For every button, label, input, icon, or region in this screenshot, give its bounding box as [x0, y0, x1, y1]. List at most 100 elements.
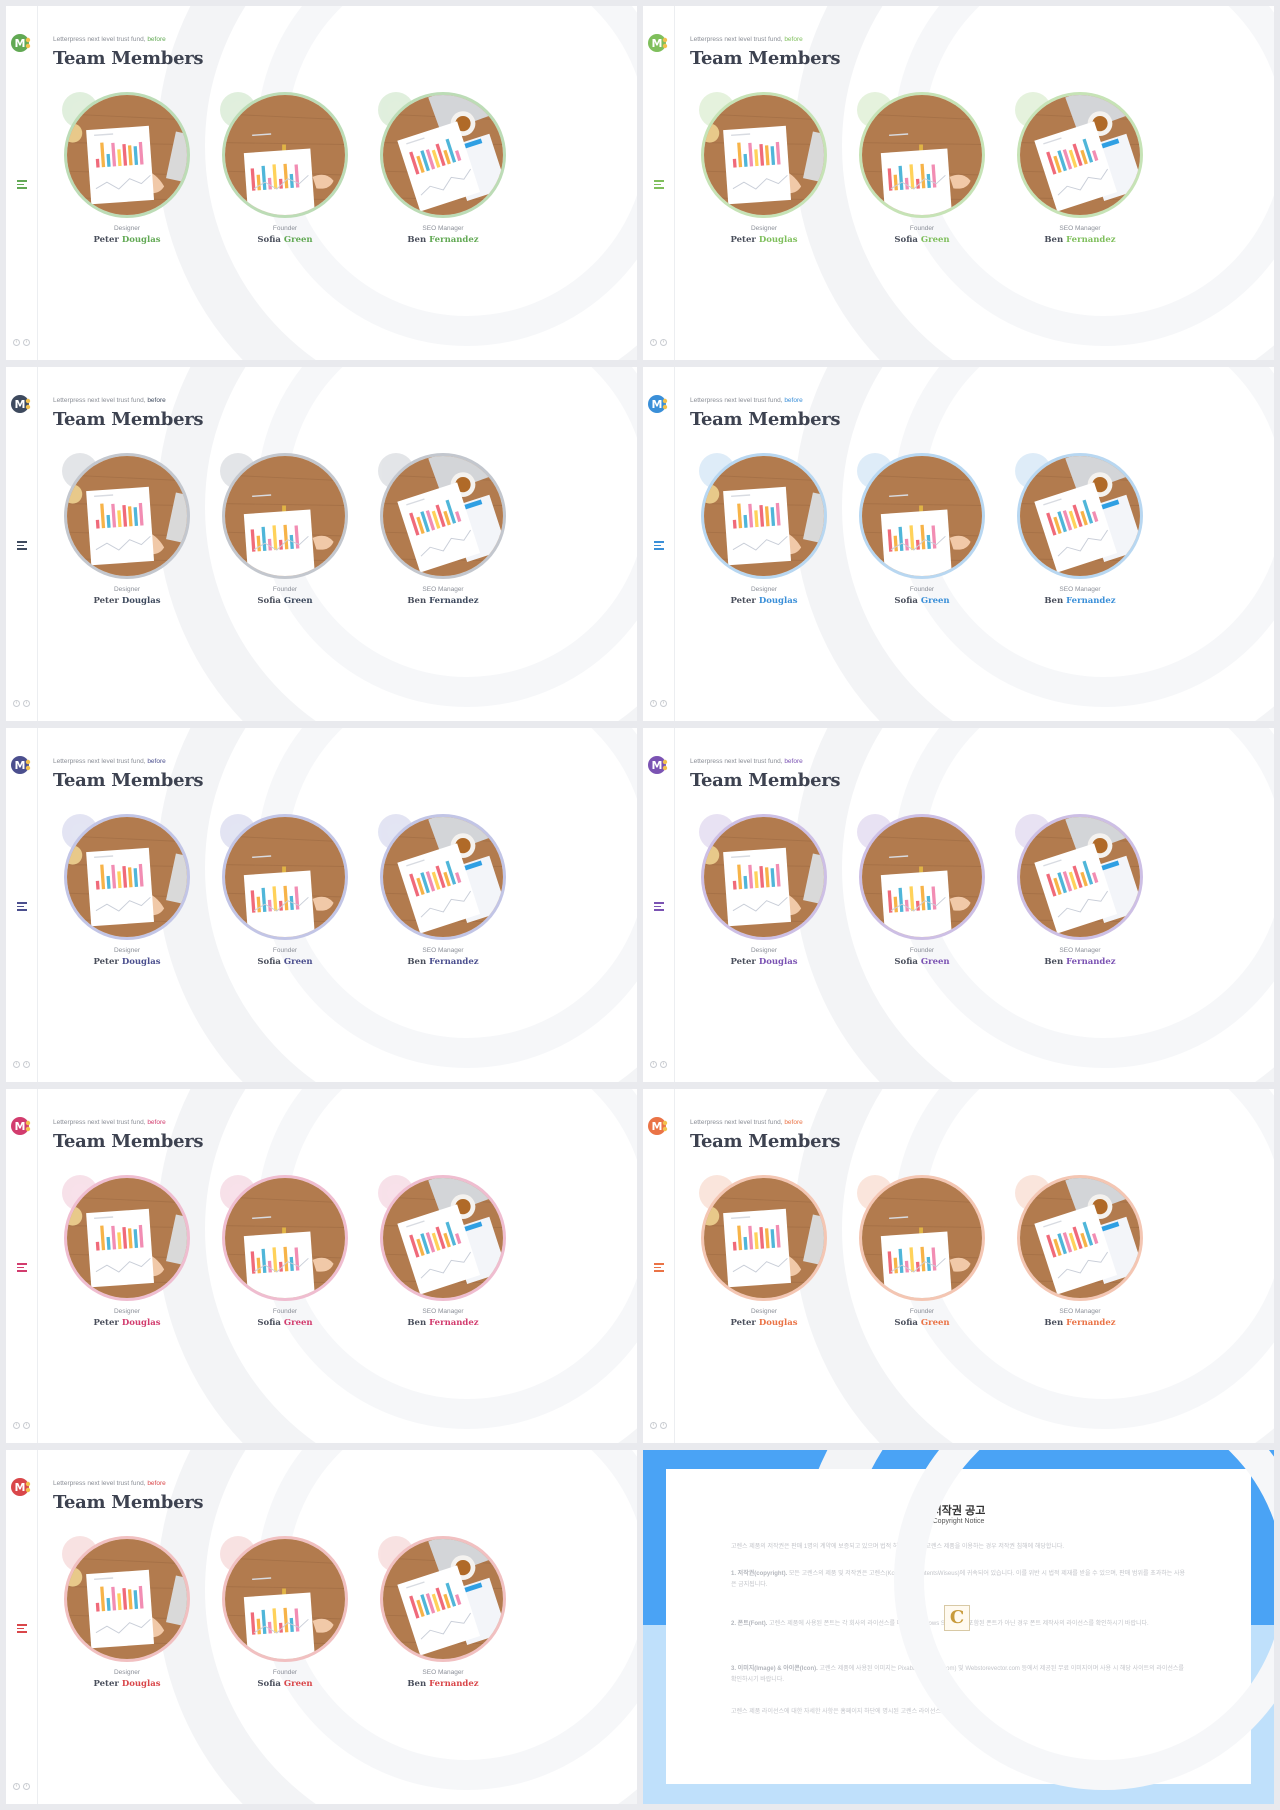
member-last-name: Douglas — [121, 1318, 161, 1328]
team-member-card[interactable]: Designer Peter Douglas — [44, 92, 204, 245]
member-name: Peter Douglas — [681, 596, 847, 606]
slide-title: Team Members — [690, 409, 841, 430]
team-member-card[interactable]: Founder Sofia Green — [202, 92, 362, 245]
copyright-logo: C — [944, 1605, 970, 1631]
slide-title: Team Members — [690, 48, 841, 69]
member-first-name: Peter — [730, 235, 756, 245]
member-name: Peter Douglas — [44, 957, 210, 967]
desk-photo-image — [1020, 95, 1140, 215]
team-member-card[interactable]: Designer Peter Douglas — [44, 1536, 204, 1689]
member-photo-wrap — [681, 92, 841, 222]
team-slide[interactable]: M ‹ › Letterpress next level trust fund, … — [643, 728, 1274, 1082]
member-first-name: Ben — [1044, 596, 1064, 606]
member-role: SEO Manager — [1059, 586, 1101, 593]
member-photo — [64, 814, 190, 940]
member-role: Designer — [750, 1308, 777, 1315]
team-member-card[interactable]: SEO Manager Ben Fernandez — [360, 1175, 520, 1328]
team-member-card[interactable]: Founder Sofia Green — [839, 1175, 999, 1328]
team-member-card[interactable]: Founder Sofia Green — [839, 92, 999, 245]
member-first-name: Sofia — [894, 1318, 918, 1328]
desk-photo-image — [67, 1178, 187, 1298]
slide-subtitle: Letterpress next level trust fund, befor… — [53, 397, 166, 404]
slide-content: Letterpress next level trust fund, befor… — [6, 1450, 637, 1804]
subtitle-accent-text: before — [784, 1119, 803, 1126]
slide-subtitle: Letterpress next level trust fund, befor… — [53, 1119, 166, 1126]
member-photo — [1017, 92, 1143, 218]
team-member-card[interactable]: Founder Sofia Green — [202, 453, 362, 606]
team-member-card[interactable]: SEO Manager Ben Fernandez — [997, 453, 1157, 606]
team-member-card[interactable]: SEO Manager Ben Fernandez — [360, 814, 520, 967]
slide-title: Team Members — [690, 1131, 841, 1152]
team-member-card[interactable]: Designer Peter Douglas — [681, 1175, 841, 1328]
team-member-card[interactable]: SEO Manager Ben Fernandez — [997, 814, 1157, 967]
slide-content: Letterpress next level trust fund, befor… — [6, 1089, 637, 1443]
member-photo-wrap — [997, 814, 1157, 944]
team-member-card[interactable]: Designer Peter Douglas — [44, 814, 204, 967]
member-role: Designer — [113, 1669, 140, 1676]
member-first-name: Ben — [407, 1318, 427, 1328]
slide-title: Team Members — [53, 409, 204, 430]
team-member-card[interactable]: Founder Sofia Green — [202, 1536, 362, 1689]
team-slide[interactable]: M ‹ › Letterpress next level trust fund, … — [6, 728, 637, 1082]
copyright-paragraph-heading: 2. 폰트(Font). — [731, 1621, 768, 1627]
subtitle-text: Letterpress next level trust fund, — [690, 758, 783, 765]
member-last-name: Douglas — [758, 1318, 798, 1328]
member-first-name: Ben — [407, 235, 427, 245]
team-slide[interactable]: M ‹ › Letterpress next level trust fund, … — [6, 6, 637, 360]
member-role: Designer — [113, 947, 140, 954]
desk-photo-image — [704, 95, 824, 215]
team-slide[interactable]: M ‹ › Letterpress next level trust fund, … — [6, 1089, 637, 1443]
team-member-card[interactable]: Founder Sofia Green — [839, 814, 999, 967]
member-last-name: Fernandez — [429, 235, 479, 245]
team-slide[interactable]: M ‹ › Letterpress next level trust fund, … — [643, 1089, 1274, 1443]
member-photo-wrap — [997, 453, 1157, 583]
team-member-card[interactable]: SEO Manager Ben Fernandez — [997, 1175, 1157, 1328]
team-slide[interactable]: M ‹ › Letterpress next level trust fund, … — [6, 1450, 637, 1804]
member-last-name: Douglas — [121, 1679, 161, 1689]
member-first-name: Ben — [1044, 1318, 1064, 1328]
desk-photo-image — [225, 1539, 345, 1659]
slide-content: Letterpress next level trust fund, befor… — [6, 367, 637, 721]
desk-photo-image — [704, 817, 824, 937]
team-member-card[interactable]: SEO Manager Ben Fernandez — [997, 92, 1157, 245]
member-role: Founder — [272, 1308, 298, 1315]
member-first-name: Ben — [1044, 235, 1064, 245]
team-member-card[interactable]: Founder Sofia Green — [202, 1175, 362, 1328]
team-member-card[interactable]: SEO Manager Ben Fernandez — [360, 453, 520, 606]
member-first-name: Ben — [407, 596, 427, 606]
member-photo — [380, 814, 506, 940]
member-last-name: Douglas — [758, 596, 798, 606]
member-role: Founder — [909, 1308, 935, 1315]
team-member-card[interactable]: Designer Peter Douglas — [681, 814, 841, 967]
team-slide[interactable]: M ‹ › Letterpress next level trust fund, … — [643, 367, 1274, 721]
team-member-card[interactable]: Designer Peter Douglas — [44, 1175, 204, 1328]
copyright-paragraph: 고렌스 제품 라이선스에 대한 자세한 사항은 홈페이지 하단에 명시된 고렌스… — [731, 1709, 978, 1715]
desk-photo-image — [225, 817, 345, 937]
desk-photo-image — [704, 456, 824, 576]
team-member-card[interactable]: Founder Sofia Green — [202, 814, 362, 967]
team-member-card[interactable]: Designer Peter Douglas — [44, 453, 204, 606]
member-last-name: Fernandez — [1066, 1318, 1116, 1328]
member-photo-wrap — [360, 453, 520, 583]
copyright-paragraph: 3. 이미지(Image) & 아이콘(Icon). 고렌스 제품에 사용된 이… — [731, 1664, 1186, 1686]
team-slide[interactable]: M ‹ › Letterpress next level trust fund, … — [6, 367, 637, 721]
copyright-slide[interactable]: 저작권 공고 Copyright Notice 고렌스 제품의 저작권은 판매 … — [643, 1450, 1274, 1804]
team-member-card[interactable]: Designer Peter Douglas — [681, 453, 841, 606]
member-photo-wrap — [997, 92, 1157, 222]
member-photo-wrap — [202, 1536, 362, 1666]
member-first-name: Sofia — [257, 1318, 281, 1328]
team-member-card[interactable]: Designer Peter Douglas — [681, 92, 841, 245]
team-member-card[interactable]: Founder Sofia Green — [839, 453, 999, 606]
member-first-name: Sofia — [257, 1679, 281, 1689]
team-slide[interactable]: M ‹ › Letterpress next level trust fund, … — [643, 6, 1274, 360]
member-role: Founder — [272, 1669, 298, 1676]
member-last-name: Green — [283, 1679, 313, 1689]
member-photo-wrap — [202, 453, 362, 583]
team-member-card[interactable]: SEO Manager Ben Fernandez — [360, 92, 520, 245]
member-photo — [859, 1175, 985, 1301]
team-member-card[interactable]: SEO Manager Ben Fernandez — [360, 1536, 520, 1689]
member-role: SEO Manager — [422, 1308, 464, 1315]
member-last-name: Fernandez — [429, 957, 479, 967]
member-first-name: Sofia — [894, 957, 918, 967]
desk-photo-image — [862, 1178, 982, 1298]
